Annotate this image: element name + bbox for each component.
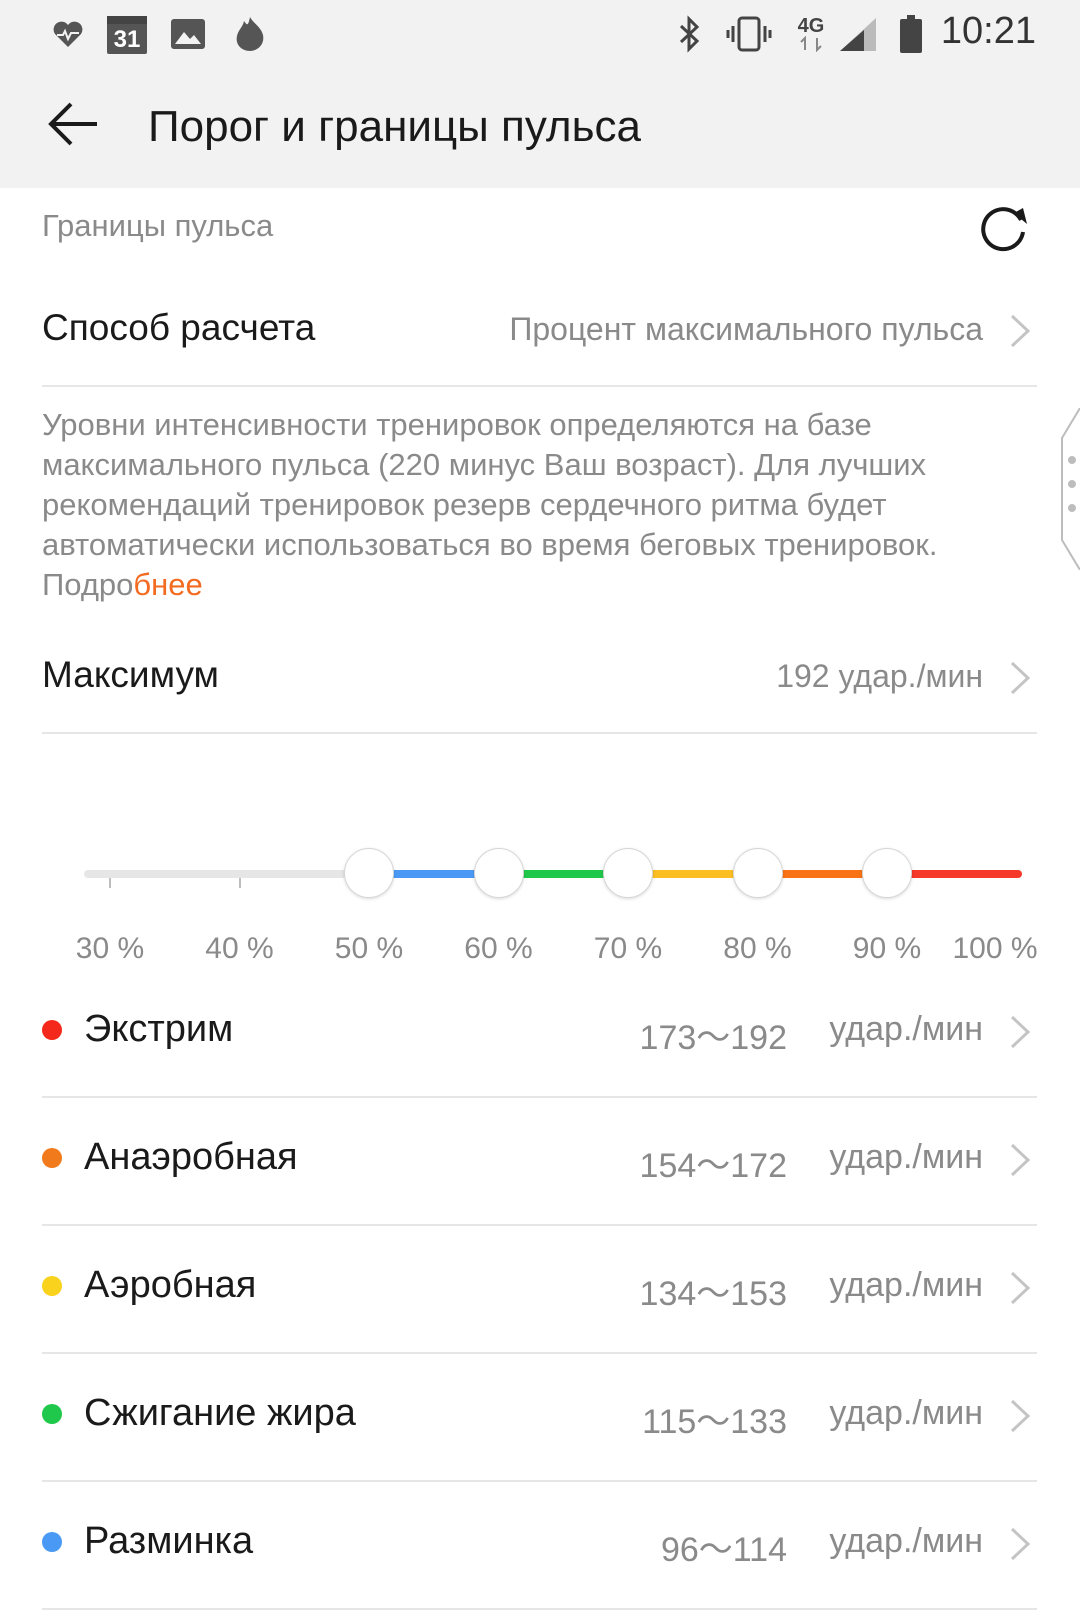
zone-range: 96〜114 [660, 1531, 787, 1569]
max-heart-rate-label: Максимум [42, 654, 219, 695]
zone-unit: удар./мин [829, 1138, 983, 1176]
zone-row[interactable]: Анаэробная 154〜172 удар./мин [42, 1098, 1037, 1226]
status-bar: 31 4G 10:21 [0, 0, 1080, 68]
description-text: Уровни интенсивности тренировок определя… [42, 405, 1032, 605]
calendar-icon: 31 [106, 14, 148, 54]
refresh-icon [981, 207, 1027, 252]
chevron-right-icon [1010, 1015, 1031, 1049]
zone-unit: удар./мин [829, 1394, 983, 1432]
zone-unit: удар./мин [829, 1522, 983, 1560]
calculation-method-value: Процент максимального пульса [509, 311, 983, 347]
network-4g-icon: 4G [794, 14, 828, 54]
zone-row[interactable]: Разминка 96〜114 удар./мин [42, 1482, 1037, 1610]
back-button[interactable] [46, 96, 102, 152]
slider-tick-label: 50 % [334, 932, 404, 965]
zone-name: Разминка [84, 1520, 254, 1562]
edge-panel-handle[interactable] [1058, 407, 1080, 571]
zone-range: 134〜153 [639, 1275, 787, 1313]
slider-tick [109, 878, 111, 888]
back-arrow-icon [48, 102, 97, 146]
zone-range: 173〜192 [639, 1019, 787, 1057]
heart-rate-zone-slider[interactable]: 30 % 40 % 50 % 60 % 70 % 80 % 90 % 100 % [0, 840, 1080, 965]
fire-icon [230, 14, 270, 54]
edge-handle-icon [1061, 407, 1080, 571]
zone-name: Экстрим [84, 1008, 234, 1050]
zone-color-dot [42, 1276, 62, 1296]
zone-name: Анаэробная [84, 1136, 298, 1178]
zone-unit: удар./мин [829, 1266, 983, 1304]
chevron-right-icon [1010, 1271, 1031, 1305]
slider-tick-label: 40 % [205, 932, 274, 965]
status-time: 10:21 [940, 10, 1036, 52]
vibrate-icon [726, 14, 772, 54]
gallery-icon [170, 14, 206, 54]
zone-color-dot [42, 1020, 62, 1040]
heart-rate-icon [50, 14, 86, 54]
max-heart-rate-row[interactable]: Максимум 192 удар./мин [42, 622, 1037, 734]
slider-knob-90[interactable] [862, 848, 912, 898]
zone-row[interactable]: Сжигание жира 115〜133 удар./мин [42, 1354, 1037, 1482]
calendar-day: 31 [113, 26, 141, 53]
slider-tick-label: 100 % [952, 932, 1038, 965]
slider-tick-label: 90 % [852, 932, 922, 965]
battery-icon [898, 14, 924, 54]
slider-tick [238, 878, 241, 888]
reset-button[interactable] [975, 198, 1033, 256]
zone-name: Аэробная [84, 1264, 257, 1306]
slider-knob-70[interactable] [603, 848, 653, 898]
chevron-right-icon [1010, 1143, 1031, 1177]
signal-icon [838, 14, 878, 54]
chevron-right-icon [1010, 1399, 1031, 1433]
slider-tick-label: 80 % [723, 932, 792, 965]
zone-range: 115〜133 [642, 1403, 787, 1441]
chevron-right-icon [1010, 1527, 1031, 1561]
zone-range: 154〜172 [639, 1147, 787, 1185]
calculation-method-row[interactable]: Способ расчета Процент максимального пул… [42, 275, 1037, 387]
slider-tick-label: 70 % [593, 932, 663, 965]
slider-knob-80[interactable] [732, 848, 783, 898]
chevron-right-icon [1010, 314, 1031, 348]
zone-color-dot [42, 1404, 62, 1424]
max-heart-rate-value: 192 удар./мин [776, 658, 983, 694]
slider-tick-label: 60 % [464, 932, 533, 965]
slider-tick-label: 30 % [75, 932, 145, 965]
network-label: 4G [797, 15, 825, 37]
chevron-right-icon [1010, 661, 1031, 695]
zone-color-dot [42, 1148, 62, 1168]
bluetooth-icon [676, 14, 704, 54]
zone-color-dot [42, 1532, 62, 1552]
slider-knob-50[interactable] [344, 848, 394, 898]
slider-knob-60[interactable] [473, 848, 524, 898]
more-link[interactable]: бнее [133, 567, 202, 602]
section-title: Границы пульса [42, 208, 274, 243]
zone-row[interactable]: Экстрим 173〜192 удар./мин [42, 970, 1037, 1098]
slider-segment-0 [84, 870, 369, 878]
calculation-method-label: Способ расчета [42, 307, 316, 348]
app-bar: Порог и границы пульса [0, 68, 1080, 188]
page-title: Порог и границы пульса [148, 102, 641, 151]
zone-unit: удар./мин [829, 1010, 983, 1048]
zone-row[interactable]: Аэробная 134〜153 удар./мин [42, 1226, 1037, 1354]
zone-name: Сжигание жира [84, 1392, 356, 1434]
